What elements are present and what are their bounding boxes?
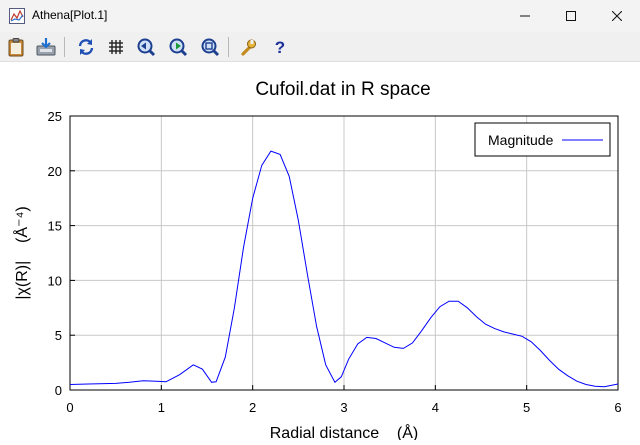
y-tick-label: 10 bbox=[48, 273, 62, 288]
chart-title: Cufoil.dat in R space bbox=[255, 79, 430, 100]
x-tick-label: 1 bbox=[158, 400, 165, 415]
maximize-icon bbox=[566, 11, 576, 21]
minimize-button[interactable] bbox=[502, 0, 548, 32]
refresh-icon bbox=[78, 39, 94, 55]
close-icon bbox=[612, 11, 622, 21]
clipboard-button[interactable] bbox=[4, 36, 28, 58]
x-tick-label: 2 bbox=[249, 400, 256, 415]
x-tick-label: 4 bbox=[432, 400, 439, 415]
toolbar: ? bbox=[0, 32, 640, 62]
close-button[interactable] bbox=[594, 0, 640, 32]
refresh-button[interactable] bbox=[74, 36, 98, 58]
wrench-icon bbox=[241, 39, 256, 56]
y-tick-label: 20 bbox=[48, 164, 62, 179]
y-tick-label: 15 bbox=[48, 219, 62, 234]
x-tick-label: 5 bbox=[523, 400, 530, 415]
plot-area: Cufoil.dat in R space 0 1 2 3 4 5 6 0 5 10 15 20 25 … bbox=[0, 62, 640, 442]
maximize-button[interactable] bbox=[548, 0, 594, 32]
chart[interactable]: Cufoil.dat in R space 0 1 2 3 4 5 60510152025 … bbox=[0, 62, 640, 442]
y-axis-label: |χ(R)| (Å⁻⁴) bbox=[12, 206, 31, 299]
zoom-back-button[interactable] bbox=[134, 36, 158, 58]
zoom-forward-button[interactable] bbox=[166, 36, 190, 58]
app-plot-icon bbox=[9, 8, 25, 24]
title-bar[interactable]: Athena[Plot.1] bbox=[0, 0, 640, 32]
zoom-back-icon bbox=[137, 38, 156, 57]
zoom-reset-icon bbox=[201, 38, 220, 57]
legend-label: Magnitude bbox=[488, 132, 554, 148]
window-title: Athena[Plot.1] bbox=[32, 8, 108, 22]
y-tick-label: 0 bbox=[55, 383, 62, 398]
y-tick-label: 25 bbox=[48, 109, 62, 124]
save-icon bbox=[36, 38, 56, 56]
zoom-reset-button[interactable] bbox=[198, 36, 222, 58]
legend: Magnitude bbox=[474, 122, 611, 157]
zoom-forward-icon bbox=[169, 38, 188, 57]
grid-button[interactable] bbox=[104, 36, 128, 58]
plot-window: Athena[Plot.1] ? Cufoil.dat in R space 0… bbox=[0, 0, 640, 442]
x-axis-label: Radial distance (Å) bbox=[270, 423, 419, 440]
y-tick-label: 5 bbox=[55, 328, 62, 343]
help-button[interactable]: ? bbox=[268, 36, 292, 58]
minimize-icon bbox=[520, 15, 530, 17]
grid-icon bbox=[109, 40, 123, 54]
grid-lines bbox=[70, 116, 618, 390]
x-tick-label: 3 bbox=[340, 400, 347, 415]
x-tick-label: 6 bbox=[614, 400, 621, 415]
clipboard-icon bbox=[8, 38, 24, 57]
help-icon: ? bbox=[275, 38, 285, 56]
save-button[interactable] bbox=[34, 36, 58, 58]
svg-text:?: ? bbox=[275, 38, 285, 56]
settings-button[interactable] bbox=[236, 36, 260, 58]
x-tick-label: 0 bbox=[66, 400, 73, 415]
